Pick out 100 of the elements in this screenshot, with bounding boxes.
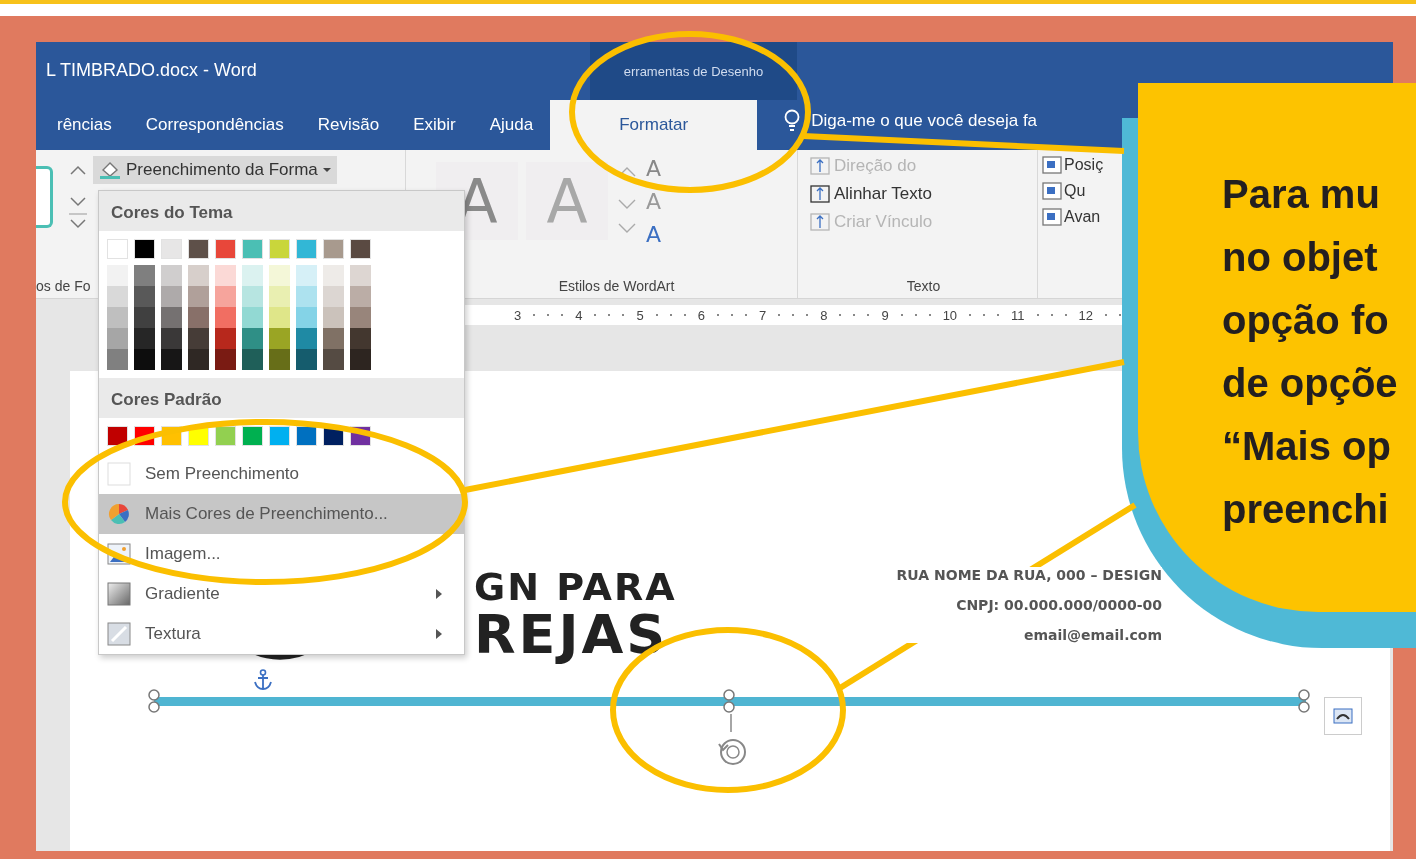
- color-swatch[interactable]: [161, 286, 182, 307]
- color-swatch[interactable]: [269, 286, 290, 307]
- color-swatch[interactable]: [269, 328, 290, 349]
- menu-item[interactable]: Mais Cores de Preenchimento...: [99, 494, 464, 534]
- color-swatch[interactable]: [215, 265, 236, 286]
- color-swatch[interactable]: [188, 328, 209, 349]
- color-swatch[interactable]: [269, 426, 290, 446]
- shape-style-sample[interactable]: [36, 166, 53, 228]
- ruler-number: 5: [636, 307, 644, 323]
- color-swatch[interactable]: [350, 286, 371, 307]
- color-swatch[interactable]: [242, 265, 263, 286]
- color-swatch[interactable]: [134, 286, 155, 307]
- address-line: CNPJ: 00.000.000/0000-00: [956, 597, 1162, 613]
- color-swatch[interactable]: [269, 349, 290, 370]
- tell-me-field[interactable]: Diga-me o que você deseja fa: [809, 110, 1114, 132]
- color-swatch[interactable]: [350, 307, 371, 328]
- text-command[interactable]: Alinhar Texto: [810, 184, 932, 204]
- color-swatch[interactable]: [323, 328, 344, 349]
- color-swatch[interactable]: [107, 265, 128, 286]
- color-swatch[interactable]: [350, 328, 371, 349]
- color-swatch[interactable]: [242, 239, 263, 259]
- color-swatch[interactable]: [215, 328, 236, 349]
- picture-frame-icon: [1042, 208, 1062, 226]
- color-swatch[interactable]: [161, 349, 182, 370]
- menu-section-title: Cores do Tema: [99, 191, 464, 231]
- ribbon-tab[interactable]: Correspondências: [128, 100, 301, 150]
- color-swatch[interactable]: [188, 239, 209, 259]
- color-swatch[interactable]: [242, 349, 263, 370]
- color-swatch[interactable]: [107, 349, 128, 370]
- ribbon-tab[interactable]: Ajuda: [472, 100, 551, 150]
- ruler-number: 7: [758, 307, 767, 323]
- color-swatch[interactable]: [188, 265, 209, 286]
- color-swatch[interactable]: [242, 286, 263, 307]
- color-swatch[interactable]: [323, 286, 344, 307]
- color-swatch[interactable]: [188, 349, 209, 370]
- color-swatch[interactable]: [188, 307, 209, 328]
- arrange-command[interactable]: Posiç: [1042, 156, 1104, 174]
- color-swatch[interactable]: [161, 239, 182, 259]
- color-swatch[interactable]: [269, 239, 290, 259]
- color-swatch[interactable]: [269, 307, 290, 328]
- color-swatch[interactable]: [323, 307, 344, 328]
- menu-item[interactable]: Gradiente: [99, 574, 464, 614]
- palette-fill-icon: [107, 502, 131, 526]
- color-swatch[interactable]: [215, 286, 236, 307]
- color-swatch[interactable]: [296, 307, 317, 328]
- color-swatch[interactable]: [107, 426, 128, 446]
- color-swatch[interactable]: [296, 286, 317, 307]
- address-line: RUA NOME DA RUA, 000 – DESIGN: [896, 567, 1162, 583]
- color-swatch[interactable]: [323, 349, 344, 370]
- color-swatch[interactable]: [107, 239, 128, 259]
- color-swatch[interactable]: [107, 286, 128, 307]
- color-swatch[interactable]: [296, 239, 317, 259]
- arrange-command[interactable]: Qu: [1042, 182, 1086, 200]
- color-swatch[interactable]: [269, 265, 290, 286]
- ribbon-tab[interactable]: Exibir: [396, 100, 473, 150]
- color-swatch[interactable]: [296, 349, 317, 370]
- text-box-icon: [810, 157, 830, 175]
- menu-item[interactable]: Textura: [99, 614, 464, 654]
- color-swatch[interactable]: [134, 239, 155, 259]
- color-swatch[interactable]: [350, 239, 371, 259]
- color-swatch[interactable]: [215, 349, 236, 370]
- color-swatch[interactable]: [134, 307, 155, 328]
- ruler-number: 3: [514, 307, 522, 323]
- arrange-command[interactable]: Avan: [1042, 208, 1101, 226]
- color-swatch[interactable]: [323, 265, 344, 286]
- color-swatch[interactable]: [161, 328, 182, 349]
- color-swatch[interactable]: [242, 426, 263, 446]
- color-swatch[interactable]: [134, 265, 155, 286]
- picture-frame-icon: [1042, 182, 1062, 200]
- color-swatch[interactable]: [188, 286, 209, 307]
- color-swatch[interactable]: [242, 307, 263, 328]
- color-swatch[interactable]: [296, 426, 317, 446]
- ribbon-tab[interactable]: Formatar: [550, 100, 758, 150]
- color-swatch[interactable]: [215, 239, 236, 259]
- layout-options-icon[interactable]: [1324, 697, 1362, 735]
- ruler-number: 12: [1078, 307, 1094, 323]
- picture-frame-icon: [1042, 156, 1062, 174]
- color-swatch[interactable]: [107, 307, 128, 328]
- color-swatch[interactable]: [350, 265, 371, 286]
- color-swatch[interactable]: [215, 307, 236, 328]
- color-swatch[interactable]: [296, 328, 317, 349]
- color-swatch[interactable]: [161, 307, 182, 328]
- color-swatch[interactable]: [161, 265, 182, 286]
- ribbon-tab[interactable]: rências: [40, 100, 129, 150]
- color-swatch[interactable]: [323, 239, 344, 259]
- color-swatch[interactable]: [350, 349, 371, 370]
- color-swatch[interactable]: [296, 265, 317, 286]
- color-swatch[interactable]: [242, 328, 263, 349]
- texture-fill-icon: [107, 622, 131, 646]
- color-swatch[interactable]: [134, 349, 155, 370]
- color-swatch[interactable]: [215, 426, 236, 446]
- caret-icon: [322, 167, 331, 173]
- menu-item[interactable]: Imagem...: [99, 534, 464, 574]
- shape-fill-button[interactable]: Preenchimento da Forma: [93, 156, 337, 184]
- color-swatch[interactable]: [134, 328, 155, 349]
- ribbon-tab[interactable]: Revisão: [300, 100, 397, 150]
- color-swatch[interactable]: [107, 328, 128, 349]
- text-effect-button[interactable]: A: [646, 222, 662, 247]
- group-label: Estilos de WordArt: [557, 278, 676, 294]
- menu-item[interactable]: Sem Preenchimento: [99, 454, 464, 494]
